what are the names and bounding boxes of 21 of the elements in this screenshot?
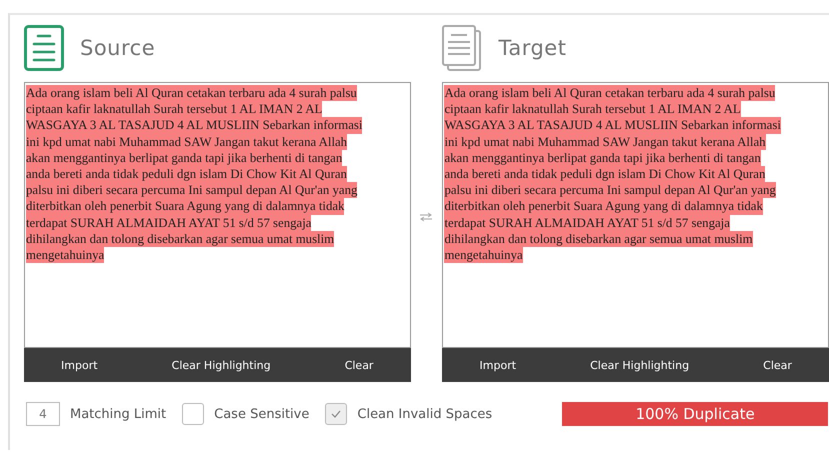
toolbar-button[interactable]: Clear Highlighting bbox=[164, 354, 279, 376]
checkbox-label: Clean Invalid Spaces bbox=[357, 406, 492, 422]
text-area[interactable] bbox=[24, 82, 411, 348]
check-icon bbox=[330, 409, 342, 419]
number-field[interactable]: 4 bbox=[26, 402, 60, 426]
document-icon bbox=[24, 25, 64, 71]
result-label: 100% Duplicate bbox=[634, 404, 756, 425]
checkbox[interactable] bbox=[325, 403, 348, 425]
toolbar-button[interactable]: Clear Highlighting bbox=[582, 354, 698, 376]
panel-title: Source bbox=[80, 36, 156, 60]
text-area[interactable] bbox=[442, 82, 829, 348]
field-label: Matching Limit bbox=[70, 406, 166, 422]
panel-title: Target bbox=[498, 36, 566, 60]
toolbar-button[interactable]: Clear bbox=[755, 354, 800, 376]
toolbar-button[interactable]: Import bbox=[472, 354, 524, 376]
toolbar-button[interactable]: Clear bbox=[336, 354, 382, 376]
checkbox-label: Case Sensitive bbox=[214, 406, 310, 422]
documents-icon bbox=[442, 25, 482, 71]
swap-icon[interactable] bbox=[419, 212, 434, 222]
toolbar-button[interactable]: Import bbox=[53, 354, 106, 376]
checkbox[interactable] bbox=[182, 403, 204, 425]
